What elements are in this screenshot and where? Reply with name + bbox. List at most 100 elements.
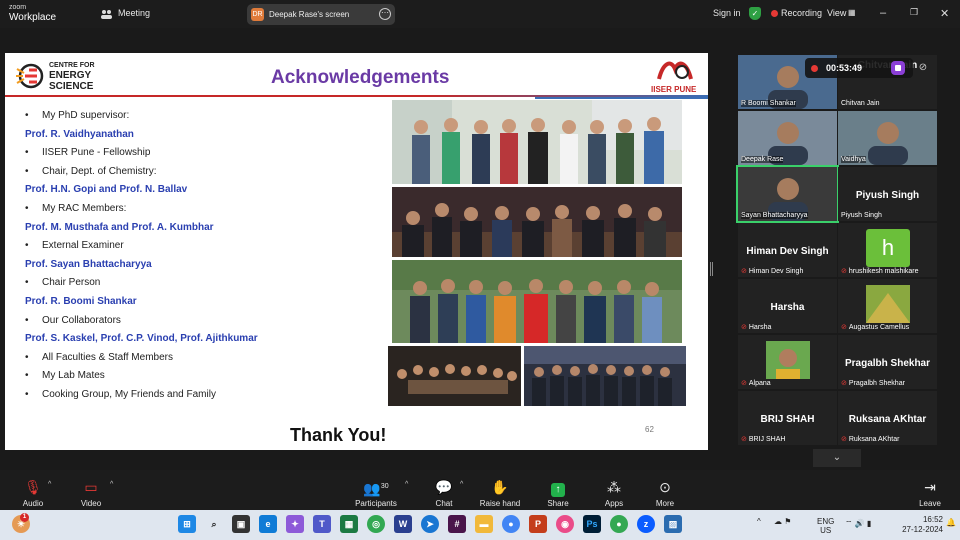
participant-tile[interactable]: Sayan Bhattacharyya	[736, 165, 839, 223]
participant-name: hrushikesh malshikare	[848, 268, 919, 275]
meeting-icon[interactable]	[101, 9, 112, 19]
leave-button[interactable]: ⇥ Leave	[916, 478, 944, 508]
muted-mic-icon: ⊘	[841, 324, 847, 331]
more-options-icon[interactable]: ⋯	[379, 8, 391, 20]
raise-hand-icon: ✋	[491, 479, 509, 495]
photoshop-icon[interactable]: Ps	[583, 515, 601, 533]
participants-icon: 👥30	[363, 480, 389, 497]
shared-screen-pill[interactable]: DR Deepak Rase's screen ⋯	[247, 4, 395, 25]
participant-tile[interactable]: Harsha ⊘ Harsha	[738, 279, 837, 333]
participant-tile[interactable]: Deepak Rase	[738, 111, 837, 165]
participant-name-label: R Boomi Shankar	[741, 100, 796, 107]
chat-label: Chat	[435, 499, 453, 508]
minimize-icon[interactable]: –	[880, 7, 886, 19]
participant-tile[interactable]: ⊘ Alpana	[738, 335, 837, 389]
notification-badge: 1	[20, 513, 29, 522]
restore-icon[interactable]: ❐	[910, 7, 918, 18]
telegram-icon[interactable]: ➤	[421, 515, 439, 533]
tray-chevron-icon[interactable]: ^	[757, 517, 761, 526]
chrome-icon[interactable]: ●	[502, 515, 520, 533]
acknowledged-person: Prof. Sayan Bhattacharyya	[25, 258, 152, 270]
file-explorer-icon[interactable]: ▬	[475, 515, 493, 533]
image-viewer-icon[interactable]: ▨	[664, 515, 682, 533]
participant-tile[interactable]: Ruksana AKhtar ⊘ Ruksana AKhtar	[838, 391, 937, 445]
participant-name-label: ⊘ Augastus Camellus	[841, 323, 909, 331]
participants-options-chevron-icon[interactable]: ^	[405, 481, 408, 488]
more-button[interactable]: ⊙ More	[651, 478, 679, 508]
acknowledgement-bullet: IISER Pune - Fellowship	[25, 144, 385, 163]
participants-button[interactable]: 👥30 Participants	[352, 478, 400, 508]
participant-tile[interactable]: h ⊘ hrushikesh malshikare	[838, 223, 937, 277]
notifications-icon[interactable]: 🔔	[946, 518, 956, 527]
presentation-slide: CENTRE FOR ENERGY SCIENCE Acknowledgemen…	[5, 53, 708, 450]
grid-view-icon[interactable]: ▦	[848, 8, 856, 17]
edge-icon[interactable]: e	[259, 515, 277, 533]
language-indicator[interactable]: ENG US	[817, 517, 834, 535]
sign-in-link[interactable]: Sign in	[713, 8, 741, 18]
stop-recording-button[interactable]	[891, 61, 905, 75]
start-icon[interactable]: ⊞	[178, 515, 196, 533]
iiser-emblem-icon	[657, 61, 693, 80]
participant-tile[interactable]: Piyush Singh Piyush Singh	[838, 167, 937, 221]
participant-tile[interactable]: Himan Dev Singh ⊘ Himan Dev Singh	[738, 223, 837, 277]
participant-display-name: Harsha	[770, 302, 805, 313]
apps-button[interactable]: ⁂ Apps	[600, 478, 628, 508]
language-code: ENG	[817, 517, 835, 526]
participant-tile[interactable]: Vaidhya	[838, 111, 937, 165]
raise-hand-button[interactable]: ✋ Raise hand	[478, 478, 522, 508]
view-menu[interactable]: View	[827, 8, 846, 18]
mic-off-icon[interactable]: ⊘	[912, 58, 934, 78]
task-view-icon[interactable]: ▣	[232, 515, 250, 533]
meeting-menu[interactable]: Meeting	[118, 8, 150, 18]
chrome-icon-2[interactable]: ●	[610, 515, 628, 533]
participant-name: Sayan Bhattacharyya	[741, 212, 808, 219]
share-button[interactable]: ↑ Share	[544, 478, 572, 508]
chrome-profile-icon[interactable]: ◎	[367, 515, 385, 533]
slide-title: Acknowledgements	[271, 67, 450, 88]
search-icon[interactable]: ⌕	[205, 515, 223, 533]
more-icon: ⊙	[659, 479, 671, 495]
participant-name: Deepak Rase	[741, 156, 784, 163]
zoom-logo: zoom Workplace	[9, 3, 56, 23]
participant-tile[interactable]: BRIJ SHAH ⊘ BRIJ SHAH	[738, 391, 837, 445]
security-shield-icon[interactable]: ✓	[749, 7, 761, 20]
group-photo-1	[392, 100, 682, 184]
participant-tile[interactable]: Pragalbh Shekhar ⊘ Pragalbh Shekhar	[838, 335, 937, 389]
acknowledged-person: Prof. S. Kaskel, Prof. C.P. Vinod, Prof.…	[25, 333, 258, 345]
recording-status: Recording	[781, 8, 823, 18]
participant-count: 30	[380, 483, 389, 490]
audio-options-chevron-icon[interactable]: ^	[48, 481, 51, 488]
leave-icon: ⇥	[924, 479, 936, 495]
taskbar-clock[interactable]: 16:52 27-12-2024	[893, 515, 943, 535]
panel-resize-handle[interactable]	[710, 262, 713, 276]
recording-timer: 00:53:49	[805, 58, 913, 78]
tray-icons[interactable]: ☁ ⚑	[774, 517, 791, 526]
acknowledgement-bullet: Cooking Group, My Friends and Family	[25, 386, 385, 405]
participant-tile[interactable]: ⊘ Augastus Camellus	[838, 279, 937, 333]
slack-icon[interactable]: #	[448, 515, 466, 533]
group-photo-5	[524, 346, 686, 406]
title-bar: zoom Workplace Meeting DR Deepak Rase's …	[0, 0, 960, 28]
zoom-icon[interactable]: z	[637, 515, 655, 533]
participant-name-label: ⊘ Harsha	[741, 323, 771, 331]
video-options-chevron-icon[interactable]: ^	[110, 481, 113, 488]
copilot-icon[interactable]: ✦	[286, 515, 304, 533]
app-icon[interactable]: ◉	[556, 515, 574, 533]
close-icon[interactable]: ✕	[940, 7, 949, 20]
chat-options-chevron-icon[interactable]: ^	[460, 481, 463, 488]
acknowledgement-list: My PhD supervisor: Prof. R. Vaidhyanathan…	[25, 107, 385, 405]
powerpoint-icon[interactable]: P	[529, 515, 547, 533]
region-code: US	[820, 526, 832, 535]
participant-name-label: ⊘ Alpana	[741, 379, 771, 387]
leave-label: Leave	[919, 499, 941, 508]
teams-icon[interactable]: T	[313, 515, 331, 533]
video-button[interactable]: ▭ Video	[78, 478, 104, 508]
word-icon[interactable]: W	[394, 515, 412, 533]
participant-name-label: ⊘ hrushikesh malshikare	[841, 267, 919, 275]
spreadsheet-icon[interactable]: ▦	[340, 515, 358, 533]
ces-line3: SCIENCE	[49, 81, 94, 92]
chat-button[interactable]: 💬 Chat	[430, 478, 458, 508]
audio-button[interactable]: 🎙 Audio	[20, 478, 46, 508]
gallery-scroll-down-icon[interactable]: ⌄	[813, 449, 861, 467]
network-volume-battery-icon[interactable]: ⌔ 🔊 ▮	[845, 519, 871, 528]
